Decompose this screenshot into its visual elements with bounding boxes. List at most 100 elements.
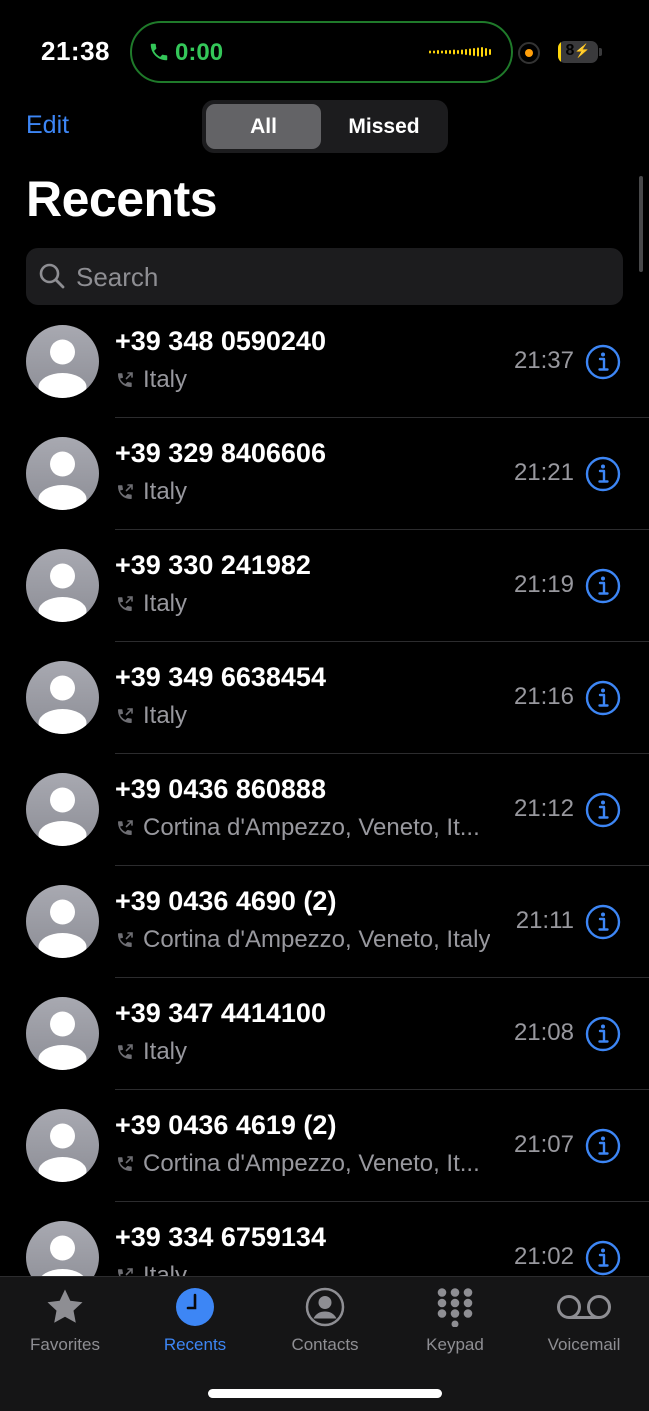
star-icon: [47, 1289, 83, 1323]
tab-recents[interactable]: Recents: [130, 1277, 260, 1372]
clock-icon: [176, 1288, 214, 1326]
call-row[interactable]: +39 349 6638454 Italy 21:16: [0, 642, 649, 754]
contact-avatar: [26, 661, 99, 734]
segment-missed[interactable]: Missed: [324, 104, 444, 149]
info-icon[interactable]: [585, 1016, 621, 1052]
info-icon[interactable]: [585, 344, 621, 380]
person-silhouette-icon: [38, 563, 87, 622]
call-row[interactable]: +39 329 8406606 Italy 21:21: [0, 418, 649, 530]
keypad-icon: [437, 1288, 473, 1327]
call-row[interactable]: +39 0436 4619 (2) Cortina d'Ampezzo, Ven…: [0, 1090, 649, 1202]
contact-avatar: [26, 885, 99, 958]
tab-label: Favorites: [30, 1335, 100, 1354]
caller-number: +39 334 6759134: [115, 1222, 326, 1252]
tab-contacts[interactable]: Contacts: [260, 1277, 390, 1372]
outgoing-call-icon: [118, 708, 133, 723]
call-subtitle: Italy: [115, 1262, 187, 1276]
voicemail-icon: [557, 1295, 611, 1319]
home-indicator[interactable]: [208, 1389, 442, 1398]
call-subtitle: Italy: [115, 1038, 187, 1066]
waveform-bar: [437, 50, 439, 54]
caller-location: Cortina d'Ampezzo, Veneto, It...: [143, 1150, 480, 1177]
call-row[interactable]: +39 334 6759134 Italy 21:02: [0, 1202, 649, 1276]
caller-number: +39 348 0590240: [115, 326, 326, 356]
waveform-bar: [469, 48, 471, 56]
recording-indicator-icon: [518, 42, 540, 64]
call-row[interactable]: +39 0436 860888 Cortina d'Ampezzo, Venet…: [0, 754, 649, 866]
caller-location: Italy: [143, 1038, 188, 1065]
waveform-bar: [465, 49, 467, 55]
tab-voicemail[interactable]: Voicemail: [519, 1277, 649, 1372]
caller-location: Italy: [143, 590, 188, 617]
call-subtitle: Italy: [115, 478, 187, 506]
battery-icon: 8⚡: [558, 41, 598, 63]
contact-avatar: [26, 1221, 99, 1276]
person-silhouette-icon: [38, 339, 87, 398]
edit-button[interactable]: Edit: [26, 111, 69, 140]
waveform-bar: [477, 47, 479, 57]
outgoing-call-icon: [118, 1268, 133, 1276]
outgoing-call-icon: [118, 1156, 133, 1171]
recent-calls-list[interactable]: +39 348 0590240 Italy 21:37 +39 329 8406…: [0, 306, 649, 1276]
call-row[interactable]: +39 0436 4690 (2) Cortina d'Ampezzo, Ven…: [0, 866, 649, 978]
call-timer: 0:00: [175, 39, 224, 66]
info-icon[interactable]: [585, 1240, 621, 1276]
tab-favorites[interactable]: Favorites: [0, 1277, 130, 1372]
call-activity-island[interactable]: 0:00: [130, 21, 513, 83]
call-time: 21:37: [513, 347, 574, 374]
call-time: 21:08: [513, 1019, 574, 1046]
search-bar[interactable]: [26, 248, 623, 305]
info-icon[interactable]: [585, 904, 621, 940]
waveform-bar: [481, 47, 483, 57]
call-row[interactable]: +39 348 0590240 Italy 21:37: [0, 306, 649, 418]
waveform-bar: [473, 48, 475, 56]
tab-label: Voicemail: [547, 1335, 621, 1354]
info-icon[interactable]: [585, 792, 621, 828]
info-icon[interactable]: [585, 568, 621, 604]
call-subtitle: Cortina d'Ampezzo, Veneto, It...: [115, 814, 480, 842]
info-icon[interactable]: [585, 456, 621, 492]
caller-number: +39 329 8406606: [115, 438, 326, 468]
filter-segmented-control: All Missed: [202, 100, 448, 153]
contact-avatar: [26, 437, 99, 510]
waveform-bar: [457, 50, 459, 54]
waveform-bar: [461, 49, 463, 55]
tab-label: Keypad: [426, 1335, 484, 1354]
battery-level: 8⚡: [565, 42, 591, 59]
person-silhouette-icon: [38, 451, 87, 510]
caller-location: Italy: [143, 366, 188, 393]
info-icon[interactable]: [585, 680, 621, 716]
caller-location: Italy: [143, 702, 188, 729]
page-title: Recents: [26, 171, 218, 227]
call-subtitle: Cortina d'Ampezzo, Veneto, It...: [115, 1150, 480, 1178]
segment-all[interactable]: All: [206, 104, 321, 149]
tab-label: Contacts: [291, 1335, 359, 1354]
call-time: 21:12: [513, 795, 574, 822]
caller-number: +39 0436 4619 (2): [115, 1110, 337, 1140]
person-circle-icon: [305, 1287, 345, 1327]
person-silhouette-icon: [38, 899, 87, 958]
battery-tip: [599, 48, 602, 56]
search-input[interactable]: [76, 258, 596, 296]
phone-icon: [150, 43, 168, 61]
waveform-bar: [449, 50, 451, 54]
contact-avatar: [26, 325, 99, 398]
caller-number: +39 330 241982: [115, 550, 311, 580]
call-time: 21:02: [513, 1243, 574, 1270]
tab-label: Recents: [163, 1335, 227, 1354]
outgoing-call-icon: [118, 932, 133, 947]
waveform-bar: [485, 48, 487, 56]
contact-avatar: [26, 997, 99, 1070]
call-subtitle: Cortina d'Ampezzo, Veneto, Italy: [115, 926, 490, 954]
scroll-indicator[interactable]: [639, 176, 643, 272]
info-icon[interactable]: [585, 1128, 621, 1164]
caller-location: Cortina d'Ampezzo, Veneto, It...: [143, 814, 480, 841]
contact-avatar: [26, 549, 99, 622]
waveform-bar: [445, 50, 447, 54]
person-silhouette-icon: [38, 1011, 87, 1070]
call-subtitle: Italy: [115, 590, 187, 618]
call-row[interactable]: +39 330 241982 Italy 21:19: [0, 530, 649, 642]
caller-number: +39 0436 4690 (2): [115, 886, 337, 916]
call-row[interactable]: +39 347 4414100 Italy 21:08: [0, 978, 649, 1090]
tab-keypad[interactable]: Keypad: [390, 1277, 520, 1372]
